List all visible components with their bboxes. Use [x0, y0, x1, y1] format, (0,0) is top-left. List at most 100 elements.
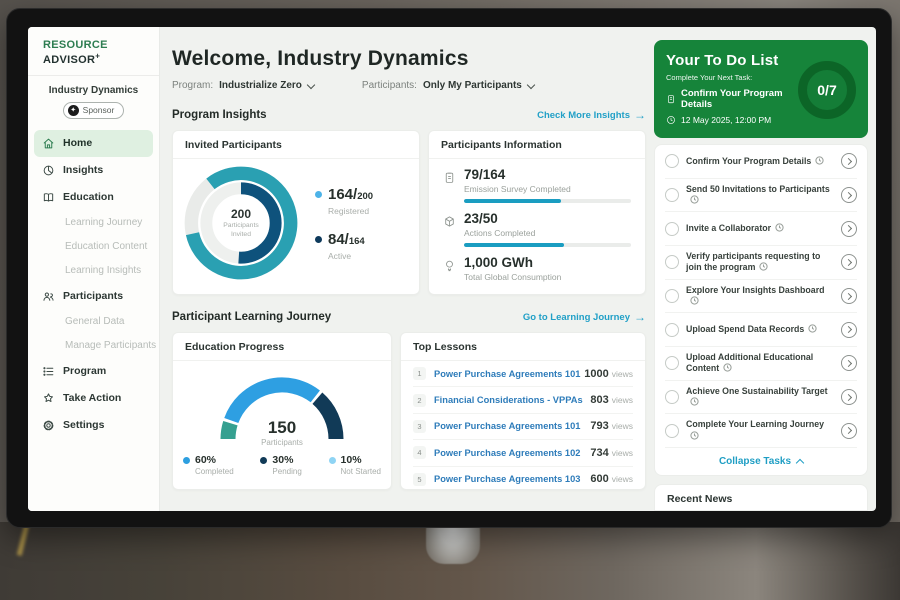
task-row[interactable]: Upload Additional Educational Content: [665, 347, 857, 381]
task-open-button[interactable]: [841, 322, 857, 338]
sidebar-item-participants[interactable]: Participants: [28, 283, 159, 310]
clipboard-icon: [443, 171, 456, 184]
clock-icon: [723, 363, 732, 372]
clock-icon: [759, 262, 768, 271]
chevron-down-icon: [307, 80, 315, 88]
lesson-row: 2 Financial Considerations - VPPAs 803 v…: [413, 387, 633, 413]
task-open-button[interactable]: [841, 221, 857, 237]
task-open-button[interactable]: [841, 355, 857, 371]
lesson-rank: 1: [413, 367, 426, 380]
sponsor-badge[interactable]: ✦ Sponsor: [63, 102, 125, 119]
task-checkbox[interactable]: [665, 188, 679, 202]
task-row[interactable]: Confirm Your Program Details: [665, 145, 857, 179]
task-row[interactable]: Upload Spend Data Records: [665, 313, 857, 347]
task-checkbox[interactable]: [665, 390, 679, 404]
emission-survey-row: 79/164 Emission Survey Completed: [443, 168, 631, 203]
education-progress-card: Education Progress 150 Participants: [172, 332, 392, 490]
task-row[interactable]: Send 50 Invitations to Participants: [665, 179, 857, 213]
sidebar-item-settings[interactable]: Settings: [28, 412, 159, 439]
home-icon: [42, 137, 55, 150]
check-more-insights-link[interactable]: Check More Insights →: [537, 108, 646, 122]
task-row[interactable]: Complete Your Learning Journey: [665, 414, 857, 448]
lesson-rank: 4: [413, 446, 426, 459]
task-open-button[interactable]: [841, 288, 857, 304]
program-icon: [42, 365, 55, 378]
lesson-row: 4 Power Purchase Agreements 102 734 view…: [413, 440, 633, 466]
task-open-button[interactable]: [841, 423, 857, 439]
task-checkbox[interactable]: [665, 255, 679, 269]
recent-news-title: Recent News: [655, 485, 867, 511]
todo-card: Your To Do List Complete Your Next Task:…: [654, 40, 868, 138]
top-lessons-card: Top Lessons 1 Power Purchase Agreements …: [400, 332, 646, 490]
task-checkbox[interactable]: [665, 424, 679, 438]
sponsor-label: Sponsor: [83, 105, 115, 115]
main-column: Welcome, Industry Dynamics Program: Indu…: [168, 27, 646, 511]
program-filter[interactable]: Program: Industrialize Zero: [172, 80, 314, 91]
not-started-dot: [329, 457, 336, 464]
invited-legend: 164/200 Registered 84/164 Active: [315, 186, 373, 261]
monitor-bezel: RESOURCE ADVISOR+ Industry Dynamics ✦ Sp…: [6, 8, 892, 528]
gauge-participants-count: 150: [212, 419, 352, 436]
recent-news-card: Recent News: [654, 484, 868, 511]
task-row[interactable]: Verify participants requesting to join t…: [665, 246, 857, 280]
lesson-rank: 2: [413, 394, 426, 407]
program-filter-value: Industrialize Zero: [219, 80, 302, 91]
task-open-button[interactable]: [841, 389, 857, 405]
cube-icon: [443, 215, 456, 228]
sidebar-item-insights[interactable]: Insights: [28, 157, 159, 184]
task-row[interactable]: Achieve One Sustainability Target: [665, 381, 857, 415]
task-open-button[interactable]: [841, 153, 857, 169]
tasks-card: Confirm Your Program Details Send 50 Inv…: [654, 144, 868, 476]
org-name: Industry Dynamics: [28, 76, 159, 96]
todo-subtitle: Complete Your Next Task:: [666, 73, 798, 82]
task-open-button[interactable]: [841, 187, 857, 203]
emission-survey-progressbar: [464, 199, 631, 203]
clock-icon: [690, 397, 699, 406]
task-checkbox[interactable]: [665, 222, 679, 236]
learning-journey-title: Participant Learning Journey: [172, 311, 331, 323]
sidebar-item-home[interactable]: Home: [34, 130, 153, 157]
sidebar-item-learning-journey[interactable]: Learning Journey: [28, 211, 159, 235]
participants-filter[interactable]: Participants: Only My Participants: [362, 80, 534, 91]
sidebar-item-education[interactable]: Education: [28, 184, 159, 211]
go-to-learning-journey-link[interactable]: Go to Learning Journey →: [523, 310, 646, 324]
participants-icon: [42, 290, 55, 303]
sidebar-item-manage-participants[interactable]: Manage Participants: [28, 334, 159, 358]
education-legend: 60% Completed 30% Pending 10% Not Starte…: [173, 447, 391, 476]
participants-information-card: Participants Information 79/164 Emission…: [428, 130, 646, 295]
task-checkbox[interactable]: [665, 289, 679, 303]
sidebar-item-take-action[interactable]: Take Action: [28, 385, 159, 412]
task-checkbox[interactable]: [665, 356, 679, 370]
journey-cards-row: Education Progress 150 Participants: [172, 332, 646, 490]
take-action-icon: [42, 392, 55, 405]
lesson-link[interactable]: Power Purchase Agreements 103: [434, 474, 590, 484]
lesson-link[interactable]: Power Purchase Agreements 101: [434, 421, 590, 431]
sidebar-item-general-data[interactable]: General Data: [28, 310, 159, 334]
sidebar-item-program[interactable]: Program: [28, 358, 159, 385]
education-progress-title: Education Progress: [173, 333, 391, 361]
clock-icon: [815, 156, 824, 165]
invited-participants-title: Invited Participants: [173, 131, 419, 159]
logo-resource: RESOURCE: [43, 39, 108, 51]
task-row[interactable]: Explore Your Insights Dashboard: [665, 280, 857, 314]
collapse-tasks-link[interactable]: Collapse Tasks: [665, 448, 857, 475]
sidebar-item-learning-insights[interactable]: Learning Insights: [28, 259, 159, 283]
lesson-link[interactable]: Financial Considerations - VPPAs: [434, 395, 590, 405]
insights-icon: [42, 164, 55, 177]
task-open-button[interactable]: [841, 254, 857, 270]
task-checkbox[interactable]: [665, 154, 679, 168]
lesson-link[interactable]: Power Purchase Agreements 102: [434, 448, 590, 458]
invited-count: 200: [231, 207, 251, 221]
page-title: Welcome, Industry Dynamics: [172, 47, 646, 71]
app-logo: RESOURCE ADVISOR+: [28, 27, 159, 76]
task-checkbox[interactable]: [665, 323, 679, 337]
lesson-link[interactable]: Power Purchase Agreements 101: [434, 369, 584, 379]
sidebar-item-education-content[interactable]: Education Content: [28, 235, 159, 259]
insights-cards-row: Invited Participants 200 Partic: [172, 130, 646, 295]
clipboard-icon: [666, 94, 676, 104]
task-row[interactable]: Invite a Collaborator: [665, 212, 857, 246]
lesson-row: 3 Power Purchase Agreements 101 793 view…: [413, 414, 633, 440]
clock-icon: [808, 324, 817, 333]
sidebar-nav: Home Insights Education Learning Journey…: [28, 128, 159, 439]
content-area: Welcome, Industry Dynamics Program: Indu…: [160, 27, 876, 511]
